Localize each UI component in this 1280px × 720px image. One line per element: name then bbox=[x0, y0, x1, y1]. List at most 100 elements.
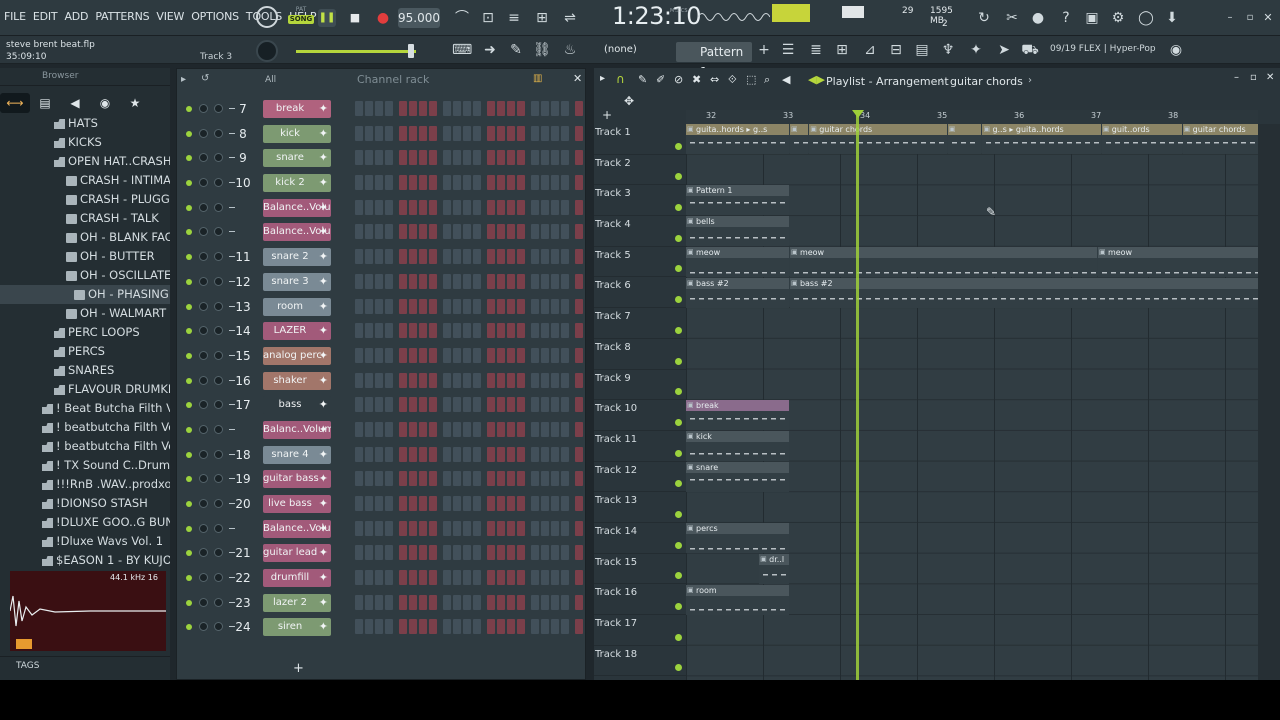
channel-grip-icon[interactable]: ✦ bbox=[319, 100, 328, 118]
step-button[interactable] bbox=[385, 545, 393, 561]
mixer-icon[interactable]: ⊞ bbox=[832, 40, 852, 60]
step-button[interactable] bbox=[419, 175, 427, 191]
timeline-ruler[interactable]: 32 33 34 35 36 37 38 bbox=[686, 110, 1258, 124]
step-button[interactable] bbox=[429, 101, 437, 116]
step-button[interactable] bbox=[355, 298, 363, 314]
step-button[interactable] bbox=[551, 397, 559, 413]
step-button[interactable] bbox=[473, 446, 481, 462]
playlist-clip[interactable]: g..s ▸ guita..hords bbox=[982, 124, 1101, 154]
step-button[interactable] bbox=[429, 249, 437, 265]
channel-grip-icon[interactable]: ✦ bbox=[319, 174, 328, 192]
step-button[interactable] bbox=[487, 101, 495, 116]
step-button[interactable] bbox=[487, 224, 495, 240]
channel-name-button[interactable]: snare 3 ✦ bbox=[263, 272, 331, 291]
channel-grip-icon[interactable]: ✦ bbox=[319, 470, 328, 488]
step-button[interactable] bbox=[453, 619, 461, 635]
step-button[interactable] bbox=[409, 372, 417, 388]
step-button[interactable] bbox=[453, 594, 461, 610]
step-button[interactable] bbox=[551, 150, 559, 166]
channel-pan-knob[interactable] bbox=[199, 523, 208, 533]
step-button[interactable] bbox=[385, 323, 393, 339]
step-button[interactable] bbox=[531, 224, 539, 240]
channel-volume-knob[interactable] bbox=[214, 548, 223, 558]
browser-item[interactable]: SNARES bbox=[0, 361, 170, 380]
step-button[interactable] bbox=[399, 372, 407, 388]
stamp-icon[interactable]: ♨ bbox=[560, 40, 580, 60]
channel-row[interactable]: 20 live bass ✦ bbox=[177, 492, 587, 517]
step-button[interactable] bbox=[575, 323, 583, 339]
step-button[interactable] bbox=[531, 446, 539, 462]
step-button[interactable] bbox=[453, 298, 461, 314]
channel-name-button[interactable]: break ✦ bbox=[263, 100, 331, 118]
step-button[interactable] bbox=[453, 224, 461, 240]
step-button[interactable] bbox=[517, 520, 525, 536]
channel-grip-icon[interactable]: ✦ bbox=[319, 594, 328, 612]
channel-pan-knob[interactable] bbox=[199, 474, 208, 484]
step-button[interactable] bbox=[487, 199, 495, 215]
track-mute-led[interactable] bbox=[675, 603, 682, 610]
step-button[interactable] bbox=[365, 520, 373, 536]
channel-pan-knob[interactable] bbox=[199, 573, 208, 583]
step-button[interactable] bbox=[453, 397, 461, 413]
step-button[interactable] bbox=[375, 224, 383, 240]
step-button[interactable] bbox=[561, 471, 569, 487]
channel-pan-knob[interactable] bbox=[199, 178, 208, 188]
step-button[interactable] bbox=[419, 372, 427, 388]
step-button[interactable] bbox=[531, 545, 539, 561]
tempo-tapper-icon[interactable]: ✦ bbox=[966, 40, 986, 60]
step-button[interactable] bbox=[487, 471, 495, 487]
step-button[interactable] bbox=[419, 101, 427, 116]
browser-item[interactable]: OH - BLANK FACE bbox=[0, 228, 170, 247]
stop-button[interactable]: ■ bbox=[346, 9, 364, 27]
channel-name-button[interactable]: siren ✦ bbox=[263, 618, 331, 637]
channel-pan-knob[interactable] bbox=[199, 622, 208, 632]
step-button[interactable] bbox=[409, 347, 417, 363]
step-button[interactable] bbox=[409, 471, 417, 487]
step-button[interactable] bbox=[517, 471, 525, 487]
step-button[interactable] bbox=[429, 199, 437, 215]
pencil-tool-icon[interactable]: ✎ bbox=[638, 73, 647, 86]
step-button[interactable] bbox=[365, 372, 373, 388]
step-button[interactable] bbox=[517, 199, 525, 215]
step-button[interactable] bbox=[551, 101, 559, 116]
step-button[interactable] bbox=[409, 397, 417, 413]
step-button[interactable] bbox=[429, 175, 437, 191]
channel-mute-led[interactable] bbox=[186, 476, 192, 483]
step-button[interactable] bbox=[463, 150, 471, 166]
step-button[interactable] bbox=[365, 125, 373, 141]
track-mute-led[interactable] bbox=[675, 541, 682, 549]
microphone-icon[interactable]: ● bbox=[1028, 8, 1048, 28]
step-button[interactable] bbox=[355, 570, 363, 586]
step-button[interactable] bbox=[365, 273, 373, 289]
step-button[interactable] bbox=[487, 496, 495, 511]
step-button[interactable] bbox=[365, 323, 373, 339]
step-button[interactable] bbox=[561, 150, 569, 166]
step-button[interactable] bbox=[497, 249, 505, 265]
step-button[interactable] bbox=[531, 619, 539, 635]
step-button[interactable] bbox=[409, 249, 417, 265]
step-button[interactable] bbox=[507, 101, 515, 116]
step-button[interactable] bbox=[517, 101, 525, 116]
channel-grip-icon[interactable]: ✦ bbox=[319, 495, 328, 513]
step-button[interactable] bbox=[409, 619, 417, 635]
track-mute-led[interactable] bbox=[675, 572, 682, 580]
step-button[interactable] bbox=[375, 545, 383, 561]
step-button[interactable] bbox=[517, 175, 525, 191]
channel-row[interactable]: Balance..Volume✦ bbox=[177, 196, 587, 221]
step-button[interactable] bbox=[355, 496, 363, 511]
step-button[interactable] bbox=[507, 273, 515, 289]
channel-mute-led[interactable] bbox=[186, 426, 192, 433]
step-button[interactable] bbox=[385, 224, 393, 240]
channel-name-button[interactable]: live bass ✦ bbox=[263, 495, 331, 513]
step-button[interactable] bbox=[497, 372, 505, 388]
step-button[interactable] bbox=[429, 446, 437, 462]
track-mute-led[interactable] bbox=[675, 418, 682, 426]
step-button[interactable] bbox=[355, 446, 363, 462]
step-button[interactable] bbox=[507, 175, 515, 191]
channel-mute-led[interactable] bbox=[186, 204, 192, 211]
channel-volume-knob[interactable] bbox=[214, 276, 223, 286]
tempo-display[interactable]: 95.000 bbox=[398, 8, 440, 28]
step-button[interactable] bbox=[443, 199, 451, 215]
channel-volume-knob[interactable] bbox=[214, 375, 223, 385]
playlist-clip[interactable]: guita..hords ▸ g..s bbox=[686, 124, 789, 154]
